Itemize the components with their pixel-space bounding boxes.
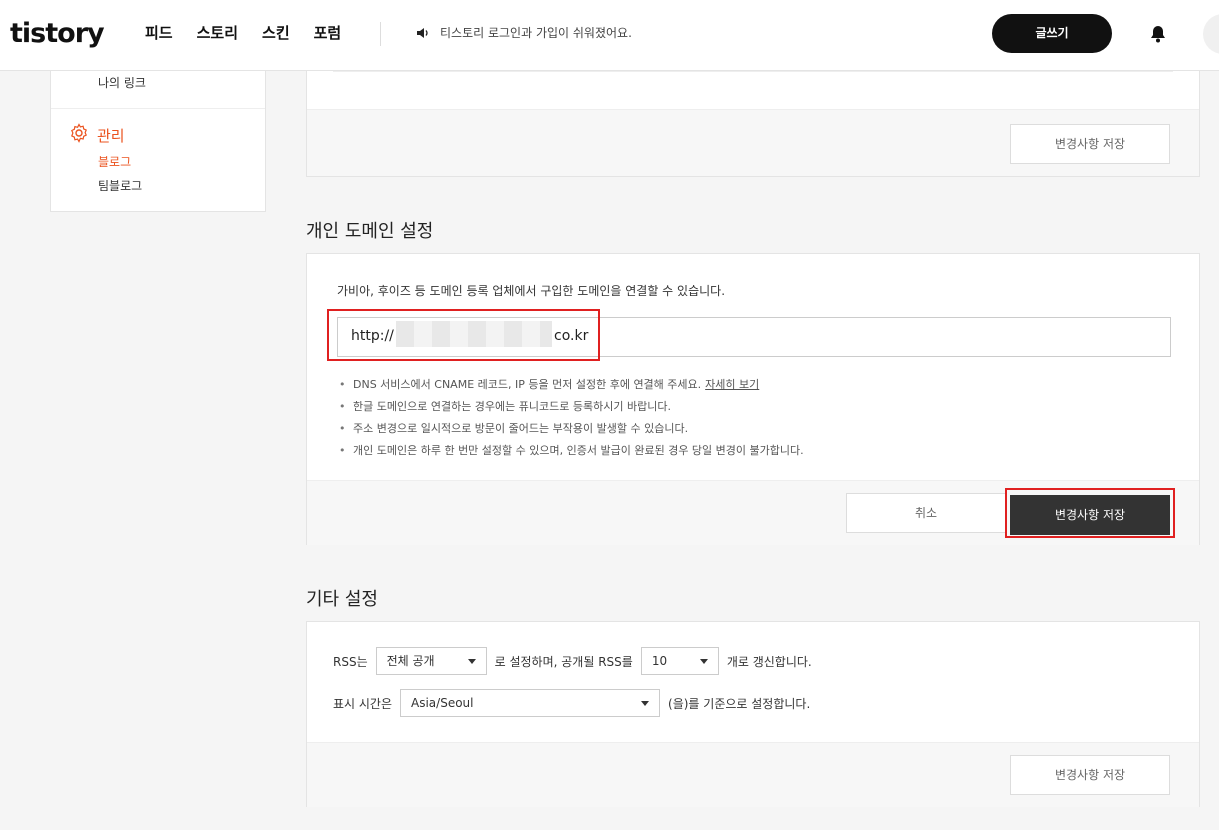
rss-middle-text: 로 설정하며, 공개될 RSS를 xyxy=(494,654,633,669)
save-button-etc[interactable]: 변경사항 저장 xyxy=(1010,755,1170,795)
list-item: 한글 도메인으로 연결하는 경우에는 퓨니코드로 등록하시기 바랍니다. xyxy=(337,396,804,418)
rss-suffix: 개로 갱신합니다. xyxy=(726,654,812,669)
notice-text: 티스토리 로그인과 가입이 쉬워졌어요. xyxy=(440,26,632,40)
domain-description: 가비아, 후이즈 등 도메인 등록 업체에서 구입한 도메인을 연결할 수 있습… xyxy=(337,284,726,298)
save-button-top[interactable]: 변경사항 저장 xyxy=(1010,124,1170,164)
list-item: DNS 서비스에서 CNAME 레코드, IP 등을 먼저 설정한 후에 연결해… xyxy=(337,374,804,396)
notice-banner[interactable]: 티스토리 로그인과 가입이 쉬워졌어요. xyxy=(416,24,632,41)
panel-footer: 변경사항 저장 xyxy=(307,742,1199,807)
panel-footer: 변경사항 저장 xyxy=(307,109,1199,176)
domain-section-title: 개인 도메인 설정 xyxy=(306,221,434,242)
chevron-down-icon xyxy=(699,659,708,664)
input-highlight-box xyxy=(327,309,600,361)
cancel-button[interactable]: 취소 xyxy=(846,493,1006,533)
rss-prefix: RSS는 xyxy=(333,654,368,669)
top-navigation-bar: tistory 피드 스토리 스킨 포럼 티스토리 로그인과 가입이 쉬워졌어요… xyxy=(0,0,1219,71)
main-nav: 피드 스토리 스킨 포럼 xyxy=(145,22,341,43)
sidebar: 나의 링크 관리 블로그 팀블로그 xyxy=(50,71,266,212)
panel-divider xyxy=(333,71,1173,72)
sidebar-item-team-blog[interactable]: 팀블로그 xyxy=(98,177,142,194)
sidebar-divider xyxy=(51,108,265,109)
avatar[interactable] xyxy=(1203,14,1219,54)
rss-row: RSS는 전체 공개 로 설정하며, 공개될 RSS를 10 개로 갱신합니다. xyxy=(333,647,812,675)
sidebar-item-manage[interactable]: 관리 xyxy=(69,123,125,147)
time-prefix: 표시 시간은 xyxy=(333,696,393,711)
chevron-down-icon xyxy=(467,659,476,664)
chevron-down-icon xyxy=(641,701,650,706)
gear-icon xyxy=(69,123,89,147)
sidebar-item-blog[interactable]: 블로그 xyxy=(98,153,131,170)
sidebar-item-my-link[interactable]: 나의 링크 xyxy=(98,74,146,91)
nav-feed[interactable]: 피드 xyxy=(145,22,173,43)
tistory-logo[interactable]: tistory xyxy=(10,18,105,49)
rss-count-select[interactable]: 10 xyxy=(640,647,719,675)
nav-skin[interactable]: 스킨 xyxy=(262,22,290,43)
bell-icon[interactable] xyxy=(1148,24,1168,44)
etc-settings-panel: RSS는 전체 공개 로 설정하며, 공개될 RSS를 10 개로 갱신합니다.… xyxy=(306,621,1200,807)
nav-divider xyxy=(380,22,381,46)
write-post-button[interactable]: 글쓰기 xyxy=(992,14,1112,53)
domain-notes: DNS 서비스에서 CNAME 레코드, IP 등을 먼저 설정한 후에 연결해… xyxy=(337,374,804,462)
timezone-select[interactable]: Asia/Seoul xyxy=(400,689,661,717)
sidebar-manage-label: 관리 xyxy=(97,126,125,145)
timezone-row: 표시 시간은 Asia/Seoul (을)를 기준으로 설정합니다. xyxy=(333,689,810,717)
previous-settings-panel: 변경사항 저장 xyxy=(306,71,1200,177)
detail-link[interactable]: 자세히 보기 xyxy=(705,378,759,391)
rss-visibility-select[interactable]: 전체 공개 xyxy=(375,647,487,675)
list-item: 주소 변경으로 일시적으로 방문이 줄어드는 부작용이 발생할 수 있습니다. xyxy=(337,418,804,440)
list-item: 개인 도메인은 하루 한 번만 설정할 수 있으며, 인증서 발급이 완료된 경… xyxy=(337,440,804,462)
speaker-icon xyxy=(416,26,432,40)
save-highlight-box xyxy=(1005,488,1175,538)
nav-forum[interactable]: 포럼 xyxy=(314,22,342,43)
etc-section-title: 기타 설정 xyxy=(306,589,378,610)
nav-story[interactable]: 스토리 xyxy=(197,22,238,43)
time-suffix: (을)를 기준으로 설정합니다. xyxy=(668,696,811,711)
